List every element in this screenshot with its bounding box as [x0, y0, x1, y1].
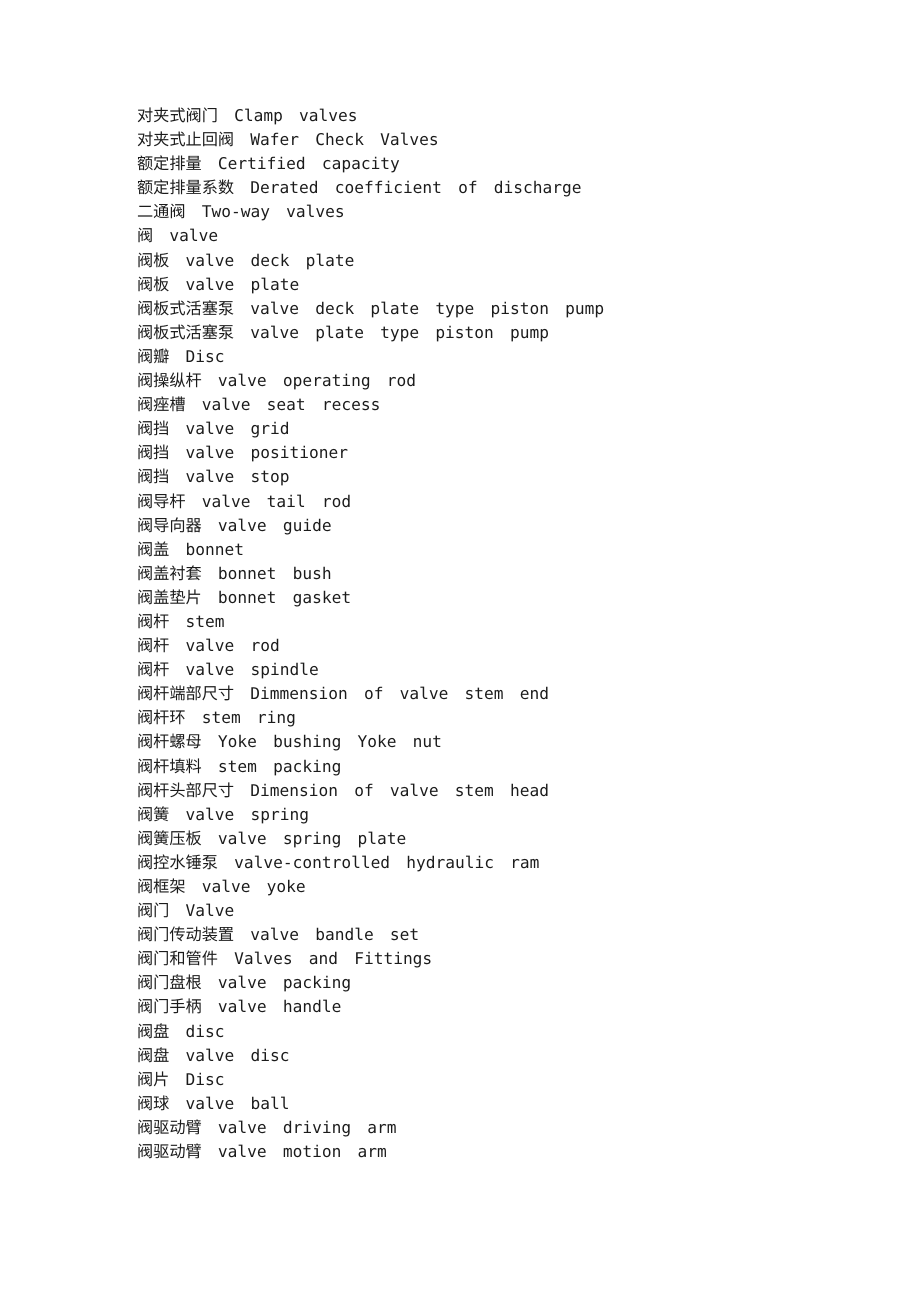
glossary-entry: 阀杆头部尺寸 Dimension of valve stem head	[137, 780, 549, 800]
glossary-entry: 阀驱动臂 valve driving arm	[137, 1117, 397, 1137]
glossary-entry: 阀盘 valve disc	[137, 1045, 290, 1065]
glossary-entry: 阀导杆 valve tail rod	[137, 491, 352, 511]
glossary-entry: 额定排量 Certified capacity	[137, 154, 400, 174]
glossary-entry: 阀驱动臂 valve motion arm	[137, 1142, 387, 1162]
glossary-entry: 阀导向器 valve guide	[137, 515, 332, 535]
glossary-entry: 阀板式活塞泵 valve plate type piston pump	[137, 322, 549, 342]
glossary-entry: 阀盖衬套 bonnet bush	[137, 563, 332, 583]
glossary-entry: 阀瓣 Disc	[137, 346, 225, 366]
glossary-entry: 阀控水锤泵 valve-controlled hydraulic ram	[137, 852, 540, 872]
glossary-entry: 阀门手柄 valve handle	[137, 997, 342, 1017]
glossary-entry: 阀门和管件 Valves and Fittings	[137, 949, 433, 969]
glossary-entry: 阀簧 valve spring	[137, 804, 309, 824]
glossary-entry: 阀片 Disc	[137, 1069, 225, 1089]
glossary-entry: 阀杆 valve spindle	[137, 660, 319, 680]
glossary-entry: 阀板 valve deck plate	[137, 250, 355, 270]
glossary-entry: 阀门 Valve	[137, 901, 235, 921]
glossary-entry: 阀盘 disc	[137, 1021, 225, 1041]
glossary-entry: 阀挡 valve positioner	[137, 443, 348, 463]
glossary-entry: 阀门传动装置 valve bandle set	[137, 925, 420, 945]
glossary-entry: 阀操纵杆 valve operating rod	[137, 371, 416, 391]
glossary-entry: 阀框架 valve yoke	[137, 877, 306, 896]
glossary-entry: 阀板 valve plate	[137, 274, 300, 294]
glossary-entry: 阀杆螺母 Yoke bushing Yoke nut	[137, 732, 442, 752]
glossary-entry: 阀 valve	[137, 226, 219, 246]
glossary-entry: 阀杆 stem	[137, 611, 225, 631]
glossary-entry: 阀杆端部尺寸 Dimmension of valve stem end	[137, 684, 549, 704]
glossary-term-list: 对夹式阀门 Clamp valves 对夹式止回阀 Wafer Check Val…	[137, 104, 877, 1164]
glossary-entry: 二通阀 Two-way valves	[137, 202, 345, 222]
glossary-entry: 阀挡 valve grid	[137, 419, 290, 439]
glossary-entry: 阀簧压板 valve spring plate	[137, 828, 407, 848]
glossary-entry: 阀杆填料 stem packing	[137, 756, 342, 776]
glossary-entry: 阀球 valve ball	[137, 1093, 290, 1113]
glossary-entry: 阀杆环 stem ring	[137, 708, 296, 728]
glossary-entry: 对夹式止回阀 Wafer Check Valves	[137, 130, 439, 150]
glossary-entry: 阀盖 bonnet	[137, 539, 245, 559]
document-page: 对夹式阀门 Clamp valves 对夹式止回阀 Wafer Check Val…	[0, 0, 920, 1302]
glossary-entry: 阀挡 valve stop	[137, 467, 290, 487]
glossary-entry: 阀杆 valve rod	[137, 636, 280, 656]
glossary-entry: 阀板式活塞泵 valve deck plate type piston pump	[137, 298, 605, 318]
glossary-entry: 额定排量系数 Derated coefficient of discharge	[137, 178, 582, 198]
glossary-entry: 阀盖垫片 bonnet gasket	[137, 587, 352, 607]
glossary-entry: 阀门盘根 valve packing	[137, 973, 352, 993]
glossary-entry: 阀痤槽 valve seat recess	[137, 395, 381, 415]
glossary-entry: 对夹式阀门 Clamp valves	[137, 106, 358, 125]
